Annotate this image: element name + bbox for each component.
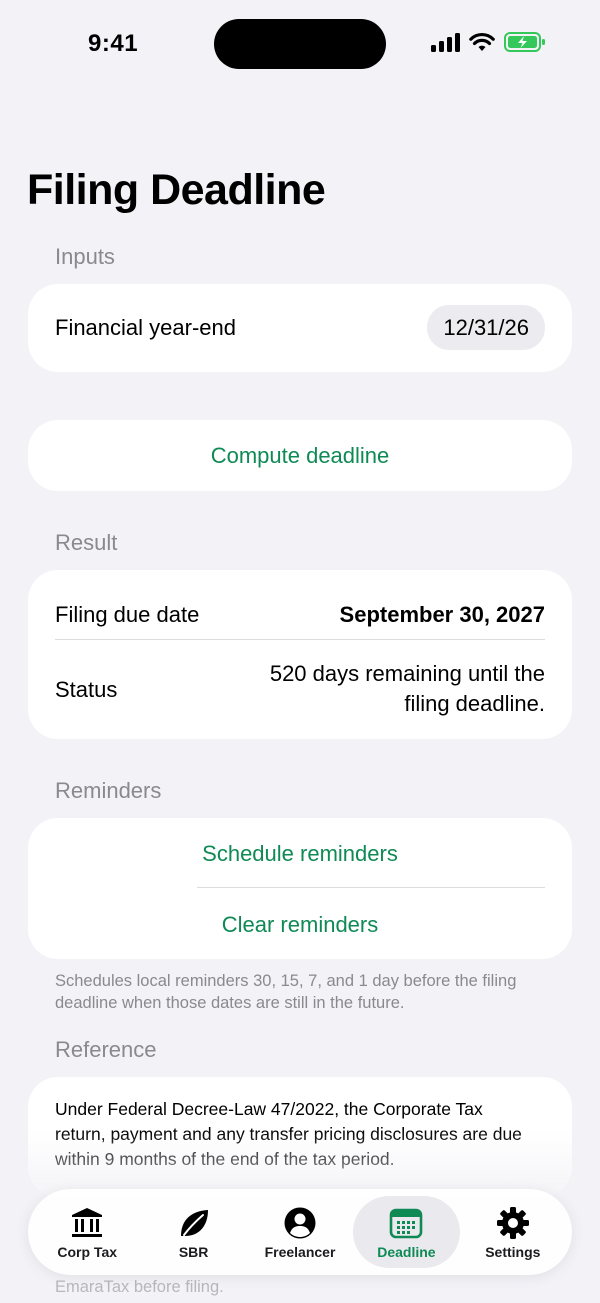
- cellular-signal-icon: [431, 32, 460, 52]
- person-circle-icon: [282, 1205, 318, 1241]
- due-date-value: September 30, 2027: [339, 602, 545, 627]
- status-label: Status: [55, 677, 118, 702]
- financial-year-end-date-picker[interactable]: 12/31/26: [427, 305, 545, 350]
- tab-label: Freelancer: [264, 1243, 336, 1260]
- status-bar: 9:41: [0, 0, 600, 90]
- schedule-reminders-button[interactable]: Schedule reminders: [28, 841, 572, 867]
- reminders-footnote: Schedules local reminders 30, 15, 7, and…: [55, 972, 517, 1012]
- due-date-label: Filing due date: [55, 602, 200, 627]
- tab-label: Deadline: [377, 1243, 436, 1260]
- tab-sbr[interactable]: SBR: [140, 1196, 246, 1268]
- calendar-icon: [388, 1205, 424, 1241]
- tab-deadline[interactable]: Deadline: [353, 1196, 460, 1268]
- result-section-header: Result: [55, 530, 118, 555]
- clear-reminders-button[interactable]: Clear reminders: [28, 912, 572, 938]
- result-card: Filing due date September 30, 2027 Statu…: [28, 570, 572, 739]
- tab-freelancer[interactable]: Freelancer: [247, 1196, 353, 1268]
- reminders-section-header: Reminders: [55, 778, 162, 803]
- bank-icon: [69, 1205, 105, 1241]
- wifi-icon: [469, 32, 495, 51]
- divider: [55, 639, 545, 640]
- inputs-section-header: Inputs: [55, 244, 115, 269]
- reference-section-header: Reference: [55, 1037, 157, 1062]
- compute-deadline-button[interactable]: Compute deadline: [28, 420, 572, 491]
- due-date-row: Filing due date September 30, 2027: [55, 592, 545, 638]
- leaf-icon: [176, 1205, 212, 1241]
- inputs-card: Financial year-end 12/31/26: [28, 284, 572, 372]
- status-icons: [431, 32, 546, 52]
- gear-icon: [495, 1205, 531, 1241]
- tab-label: Corp Tax: [57, 1243, 118, 1260]
- tab-label: SBR: [178, 1243, 209, 1260]
- tab-settings[interactable]: Settings: [460, 1196, 566, 1268]
- status-time: 9:41: [88, 30, 139, 57]
- financial-year-end-label: Financial year-end: [55, 315, 236, 340]
- tab-corp-tax[interactable]: Corp Tax: [34, 1196, 140, 1268]
- page-title: Filing Deadline: [27, 166, 326, 214]
- reference-footnote-partial: EmaraTax before filing.: [55, 1278, 224, 1296]
- status-value: 520 days remaining until the filing dead…: [269, 661, 545, 716]
- reminders-card: Schedule reminders Clear reminders: [28, 818, 572, 959]
- battery-icon: [504, 32, 545, 52]
- tab-label: Settings: [485, 1243, 541, 1260]
- dynamic-island: [214, 19, 386, 69]
- divider: [197, 887, 545, 888]
- tab-bar: Corp Tax SBR Freelancer Deadline Setting…: [28, 1189, 572, 1275]
